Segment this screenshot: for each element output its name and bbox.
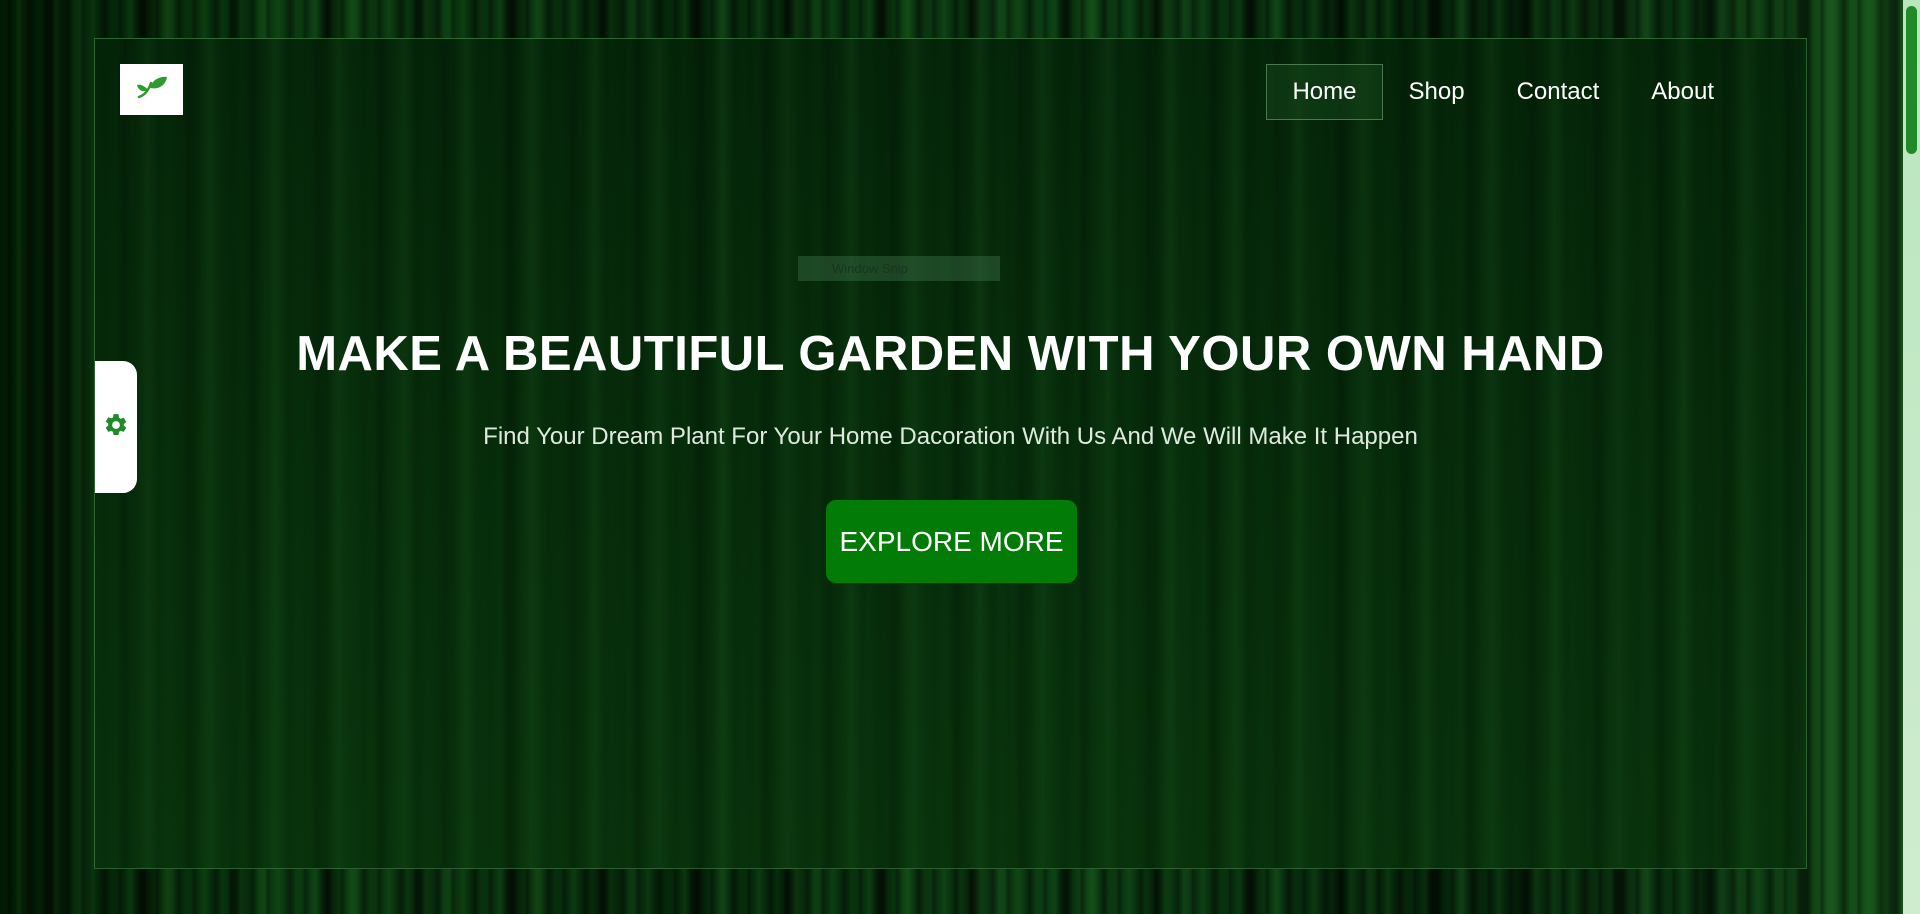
main-nav: Home Shop Contact About — [1266, 64, 1740, 120]
hero-subtitle: Find Your Dream Plant For Your Home Daco… — [483, 423, 1418, 450]
scrollbar-track[interactable] — [1903, 0, 1920, 914]
gear-icon — [103, 412, 129, 442]
nav-item-shop[interactable]: Shop — [1383, 64, 1491, 120]
leaf-icon — [135, 75, 169, 105]
window-snip-overlay: Window Snip — [798, 256, 1000, 281]
logo[interactable] — [120, 64, 183, 115]
nav-item-contact[interactable]: Contact — [1491, 64, 1626, 120]
scrollbar-thumb[interactable] — [1906, 6, 1917, 154]
explore-more-button[interactable]: EXPLORE MORE — [826, 500, 1077, 583]
nav-item-about[interactable]: About — [1625, 64, 1740, 120]
hero-card: Home Shop Contact About Window Snip MAKE… — [94, 38, 1807, 869]
nav-item-home[interactable]: Home — [1266, 64, 1383, 120]
settings-toggle[interactable] — [95, 361, 137, 493]
hero-title: MAKE A BEAUTIFUL GARDEN WITH YOUR OWN HA… — [296, 327, 1605, 381]
